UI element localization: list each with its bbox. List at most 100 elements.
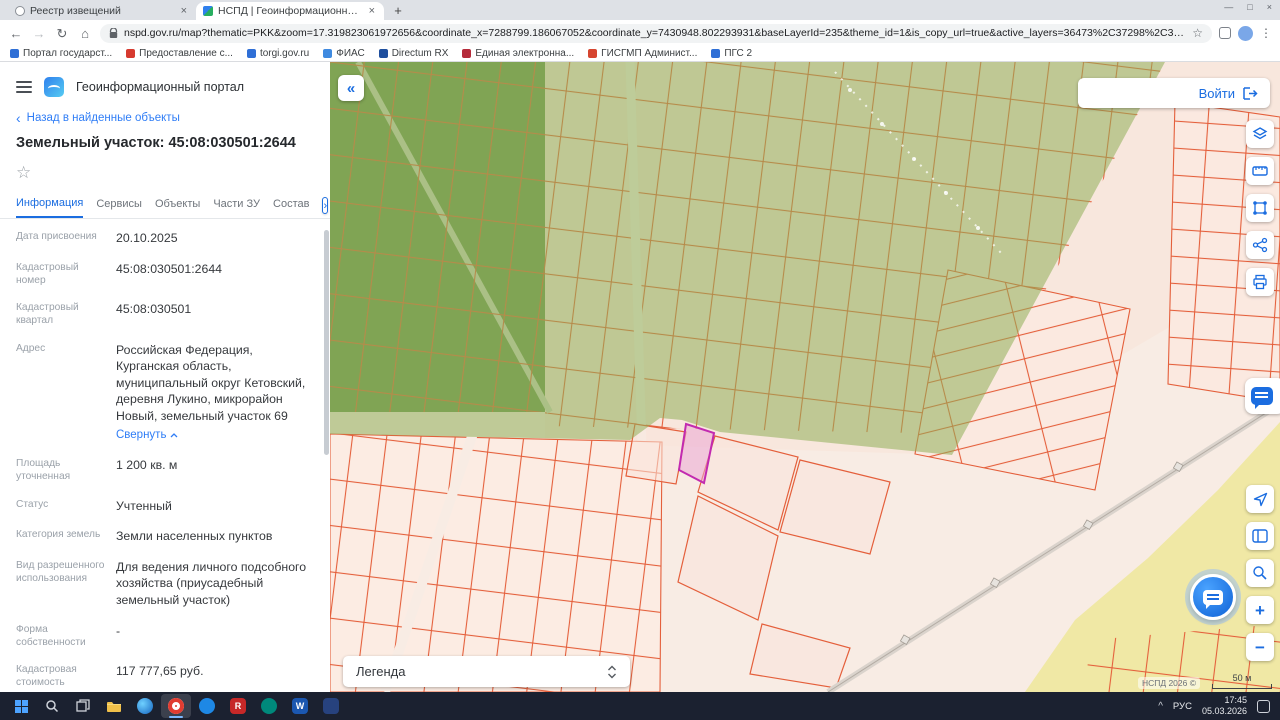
browser-menu-icon[interactable]: ⋮: [1260, 26, 1272, 40]
tab-objects[interactable]: Объекты: [155, 198, 200, 217]
map-viewport[interactable]: « Войти + − Легенда НСПД 2026 © 50 м: [330, 62, 1280, 692]
share-button[interactable]: [1246, 231, 1274, 259]
window-close-icon[interactable]: ×: [1267, 3, 1272, 12]
login-bar[interactable]: Войти: [1078, 78, 1270, 108]
active-browser-button[interactable]: [161, 694, 191, 718]
ruler-button[interactable]: [1246, 157, 1274, 185]
browser-tab-nspd[interactable]: НСПД | Геоинформационный п ×: [196, 2, 384, 20]
panel-tabs: Информация Сервисы Объекты Части ЗУ Сост…: [0, 183, 330, 219]
bookmark-item[interactable]: Портал государст...: [10, 48, 112, 59]
clock[interactable]: 17:45 05.03.2026: [1202, 695, 1247, 717]
tab-composition[interactable]: Состав: [273, 198, 309, 217]
attribute-row: Кадастровый квартал 45:08:030501: [16, 302, 192, 327]
taskbar-search-button[interactable]: [37, 694, 67, 718]
location-arrow-icon: [1253, 492, 1267, 506]
browser-home-button[interactable]: ⌂: [77, 27, 93, 40]
expand-collapse-icon: [608, 665, 616, 678]
app-navy-button[interactable]: [316, 694, 346, 718]
zoom-to-area-button[interactable]: [1246, 559, 1274, 587]
bookmark-item[interactable]: Единая электронна...: [462, 48, 574, 59]
bookmark-item[interactable]: Directum RX: [378, 48, 448, 59]
favorite-star-icon[interactable]: ☆: [16, 163, 31, 182]
login-label: Войти: [1198, 85, 1235, 101]
tab-favicon-nspd-icon: [203, 6, 213, 16]
address-bar[interactable]: nspd.gov.ru/map?thematic=PKK&zoom=17.319…: [100, 23, 1212, 43]
tray-expand-icon[interactable]: ^: [1158, 701, 1163, 712]
file-explorer-button[interactable]: [99, 694, 129, 718]
browser-back-button[interactable]: ←: [8, 27, 24, 40]
app-icon: [199, 698, 215, 714]
attribute-row: Кадастровый номер 45:08:030501:2644: [16, 261, 222, 286]
print-button[interactable]: [1246, 268, 1274, 296]
tab-parcel-parts[interactable]: Части ЗУ: [213, 198, 260, 217]
profile-avatar[interactable]: [1238, 25, 1253, 41]
start-button[interactable]: [6, 694, 36, 718]
map-footer: НСПД 2026 © 50 м: [1137, 673, 1272, 689]
tab-title: Реестр извещений: [30, 5, 121, 17]
browser-tab-registry[interactable]: Реестр извещений ×: [8, 2, 196, 20]
panel-scrollbar[interactable]: [324, 230, 329, 455]
bookmark-item[interactable]: Предоставление с...: [126, 48, 233, 59]
object-info-panel: Геоинформационный портал ‹ Назад в найде…: [0, 62, 330, 692]
word-button[interactable]: W: [285, 694, 315, 718]
my-location-button[interactable]: [1246, 485, 1274, 513]
bookmark-item[interactable]: ФИАС: [323, 48, 365, 59]
bookmark-star-icon[interactable]: ☆: [1192, 26, 1203, 40]
date: 05.03.2026: [1201, 706, 1247, 716]
new-tab-button[interactable]: +: [390, 2, 406, 18]
bookmark-item[interactable]: torgi.gov.ru: [246, 48, 309, 59]
tab-information[interactable]: Информация: [16, 197, 84, 218]
zoom-in-button[interactable]: +: [1246, 596, 1274, 624]
app-red-square-button[interactable]: R: [223, 694, 253, 718]
scale-bar: 50 м: [1212, 673, 1272, 689]
browser-icon: [168, 698, 184, 714]
ruler-icon: [1252, 166, 1268, 176]
assistant-chat-button[interactable]: [1190, 574, 1236, 620]
tab-close-icon[interactable]: ×: [179, 5, 189, 17]
zoom-out-button[interactable]: −: [1246, 633, 1274, 661]
windows-logo-icon: [14, 699, 28, 713]
tab-favicon-globe-icon: [15, 6, 25, 16]
task-view-button[interactable]: [68, 694, 98, 718]
browser-forward-button[interactable]: →: [31, 27, 47, 40]
extensions-icon[interactable]: [1219, 27, 1231, 39]
browser-reload-button[interactable]: ↻: [54, 27, 70, 40]
chat-widget-button[interactable]: [1245, 378, 1280, 414]
menu-hamburger-icon[interactable]: [16, 81, 32, 93]
collapse-panel-button[interactable]: «: [338, 75, 364, 101]
bookmark-favicon: [462, 49, 472, 58]
attribute-row: Вид разрешенного использования Для веден…: [16, 559, 307, 607]
side-panel-icon: [1252, 529, 1268, 543]
language-indicator[interactable]: РУС: [1173, 701, 1192, 712]
screen: Реестр извещений × НСПД | Геоинформацион…: [0, 0, 1280, 720]
folder-icon: [107, 701, 121, 712]
app-icon: [261, 698, 277, 714]
collapse-address-link[interactable]: Свернуть: [116, 428, 178, 444]
tabs-next-button[interactable]: ›: [322, 197, 329, 214]
app-icon: R: [230, 698, 246, 714]
bookmark-favicon: [10, 49, 19, 58]
measure-area-button[interactable]: [1246, 194, 1274, 222]
window-minimize-icon[interactable]: —: [1224, 3, 1233, 12]
bookmark-item[interactable]: ГИСГМП Админист...: [588, 48, 697, 59]
legend-toggle[interactable]: Легенда: [343, 656, 630, 687]
app-teal-button[interactable]: [254, 694, 284, 718]
task-view-icon: [76, 699, 90, 712]
share-icon: [1252, 237, 1268, 253]
back-to-results-link[interactable]: ‹ Назад в найденные объекты: [0, 102, 330, 125]
attribute-row: Категория земель Земли населенных пункто…: [16, 529, 273, 544]
tab-services[interactable]: Сервисы: [96, 198, 142, 217]
app-blue-circle-button[interactable]: [192, 694, 222, 718]
chat-bubble-icon: [1203, 589, 1223, 609]
layers-button[interactable]: [1246, 120, 1274, 148]
side-panel-button[interactable]: [1246, 522, 1274, 550]
attribute-row-address: Адрес Российская Федерация, Курганская о…: [16, 335, 316, 450]
notification-center-icon[interactable]: [1257, 699, 1270, 713]
bookmark-item[interactable]: ПГС 2: [711, 48, 752, 59]
edge-browser-button[interactable]: [130, 694, 160, 718]
tab-close-icon[interactable]: ×: [367, 5, 377, 17]
geoportal-logo: [44, 77, 64, 97]
window-maximize-icon[interactable]: □: [1247, 3, 1252, 12]
bookmark-favicon: [378, 49, 388, 58]
search-icon: [46, 700, 59, 713]
